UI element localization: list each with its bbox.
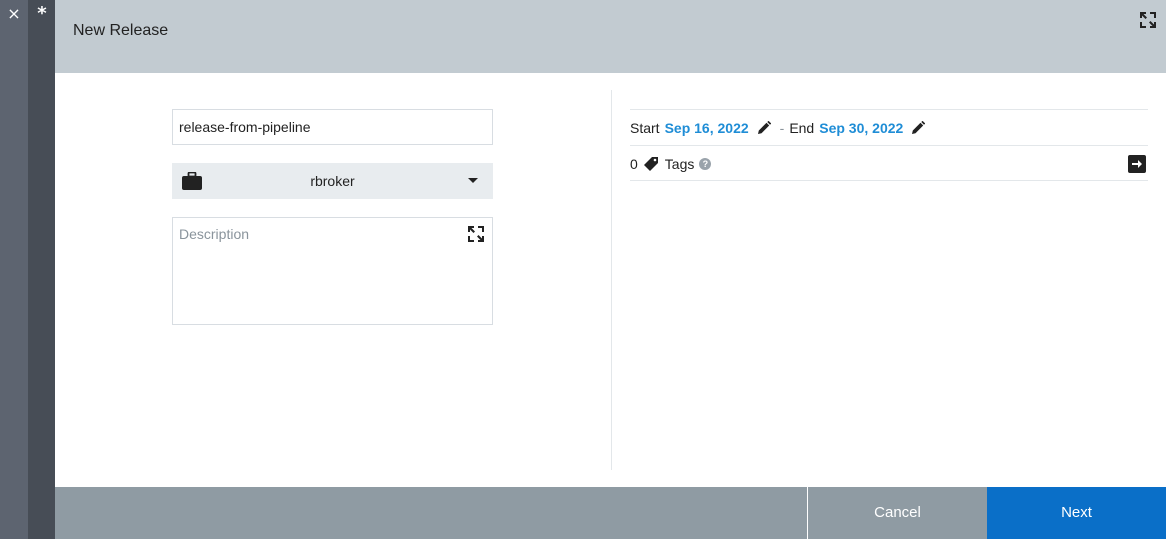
start-date[interactable]: Sep 16, 2022 — [665, 120, 749, 136]
release-name-input[interactable] — [172, 109, 493, 145]
tags-label: Tags — [664, 156, 695, 172]
end-label: End — [789, 120, 815, 136]
left-panel-strip-secondary — [28, 0, 55, 539]
project-select[interactable]: rbroker — [172, 163, 493, 199]
cancel-button[interactable]: Cancel — [807, 487, 987, 539]
end-date[interactable]: Sep 30, 2022 — [819, 120, 903, 136]
next-button[interactable]: Next — [987, 487, 1166, 539]
expand-icon[interactable] — [1138, 10, 1158, 30]
start-label: Start — [630, 120, 660, 136]
expand-icon[interactable] — [466, 224, 486, 244]
dates-row: Start Sep 16, 2022 - End Sep 30, 2022 — [630, 109, 1148, 145]
arrow-right-box-icon[interactable] — [1128, 155, 1146, 173]
column-divider — [611, 90, 612, 470]
dialog-title: New Release — [73, 22, 169, 39]
date-separator: - — [779, 120, 785, 136]
star-icon[interactable]: * — [28, 4, 56, 24]
close-icon[interactable]: × — [0, 4, 28, 24]
new-release-dialog: New Release rbroker — [55, 0, 1166, 539]
pencil-icon[interactable] — [757, 121, 771, 135]
description-box — [172, 217, 493, 325]
tags-count: 0 — [630, 156, 638, 172]
description-input[interactable] — [173, 218, 492, 324]
tag-icon — [643, 157, 658, 171]
pencil-icon[interactable] — [911, 121, 926, 135]
left-panel-strip — [0, 0, 28, 539]
project-select-value: rbroker — [310, 173, 355, 189]
dialog-header: New Release — [55, 0, 1166, 73]
tags-row[interactable]: 0 Tags ? — [630, 145, 1148, 181]
dialog-footer: Cancel Next — [55, 487, 1166, 539]
caret-down-icon — [468, 178, 478, 183]
help-icon[interactable]: ? — [699, 158, 712, 170]
